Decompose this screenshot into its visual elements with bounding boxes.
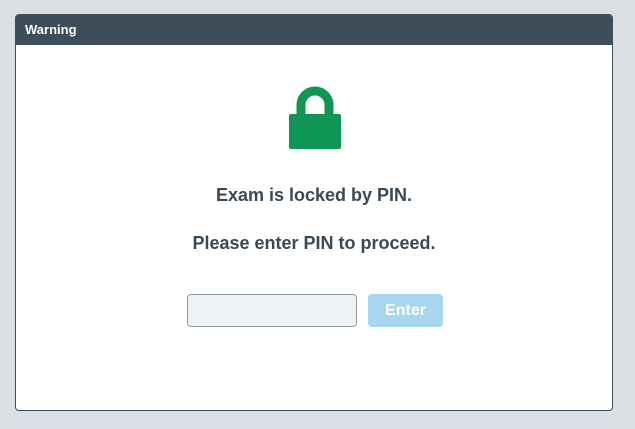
enter-button[interactable]: Enter <box>368 294 443 327</box>
locked-message: Exam is locked by PIN. <box>215 185 413 205</box>
lock-icon <box>289 86 341 149</box>
pin-input[interactable] <box>187 294 357 327</box>
dialog-title: Warning <box>16 15 612 45</box>
warning-dialog: Warning Exam is locked by PIN. Please en… <box>15 14 613 411</box>
instruction-message: Please enter PIN to proceed. <box>192 233 436 253</box>
